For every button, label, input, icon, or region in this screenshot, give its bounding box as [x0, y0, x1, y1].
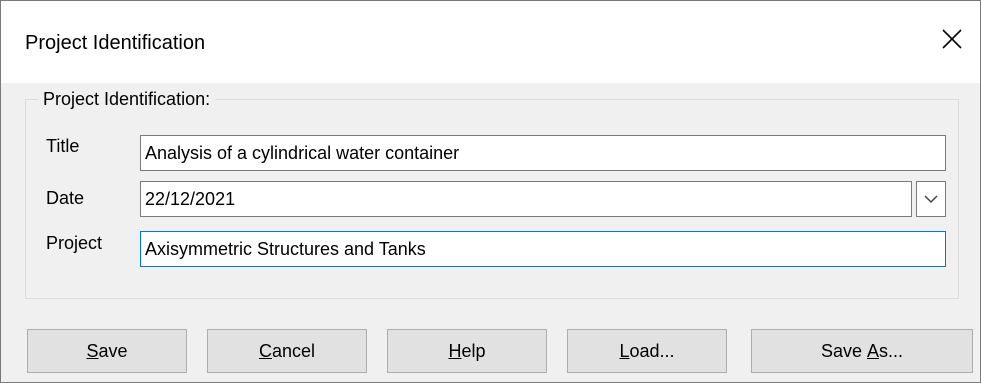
project-input[interactable]: [140, 231, 946, 267]
save-as-label: s...: [879, 340, 904, 361]
close-icon: [942, 29, 962, 49]
cancel-mnemonic: C: [258, 340, 272, 361]
help-button[interactable]: Help: [387, 329, 547, 373]
chevron-down-icon: [924, 194, 938, 203]
group-legend: Project Identification:: [38, 87, 216, 111]
project-identification-dialog: Project Identification Project Identific…: [0, 0, 981, 383]
cancel-label: ancel: [271, 340, 316, 361]
title-input[interactable]: [140, 135, 946, 171]
title-bar[interactable]: Project Identification: [1, 1, 980, 83]
date-dropdown-button[interactable]: [916, 181, 946, 217]
help-label: elp: [461, 340, 486, 361]
save-mnemonic: S: [86, 340, 99, 361]
cancel-button[interactable]: Cancel: [207, 329, 367, 373]
save-button[interactable]: Save: [27, 329, 187, 373]
save-as-button[interactable]: Save As...: [751, 329, 973, 373]
date-input[interactable]: [140, 181, 912, 217]
window-title: Project Identification: [25, 32, 206, 54]
save-as-prefix: Save: [820, 340, 867, 361]
load-label: oad...: [629, 340, 675, 361]
project-label: Project: [46, 233, 103, 253]
close-button[interactable]: [932, 19, 972, 59]
load-mnemonic: L: [619, 340, 630, 361]
help-mnemonic: H: [448, 340, 462, 361]
project-identification-group: Project Identification: Title Date Proje…: [25, 87, 959, 299]
date-label: Date: [46, 188, 85, 208]
load-button[interactable]: Load...: [567, 329, 727, 373]
save-as-mnemonic: A: [867, 340, 880, 361]
title-label: Title: [46, 136, 80, 156]
save-label: ave: [98, 340, 128, 361]
